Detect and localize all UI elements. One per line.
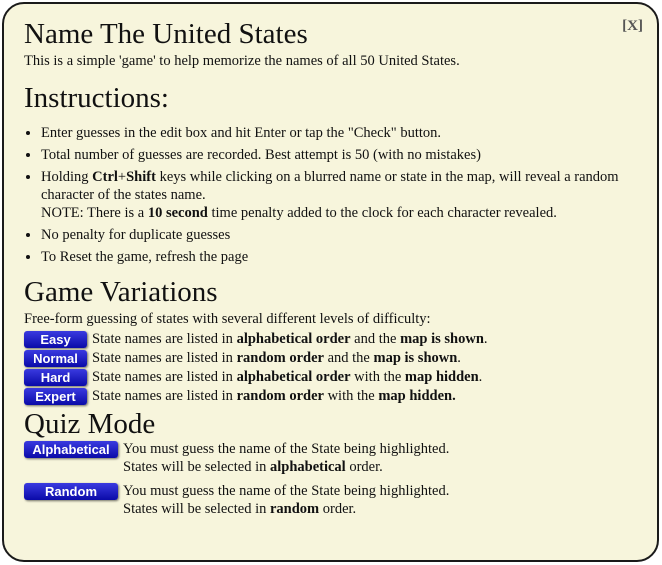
- quiz-description: You must guess the name of the State bei…: [123, 441, 450, 475]
- variation-row-hard: Hard State names are listed in alphabeti…: [24, 368, 637, 387]
- instructions-heading: Instructions:: [24, 82, 169, 114]
- close-button[interactable]: [X]: [622, 18, 643, 35]
- penalty-time: 10 second: [147, 205, 208, 221]
- expert-button[interactable]: Expert: [24, 388, 87, 405]
- instructions-list: Enter guesses in the edit box and hit En…: [24, 124, 637, 266]
- variation-row-expert: Expert State names are listed in random …: [24, 387, 637, 406]
- variation-description: State names are listed in random order a…: [92, 350, 461, 366]
- instruction-item: To Reset the game, refresh the page: [41, 248, 637, 266]
- page-subtitle: This is a simple 'game' to help memorize…: [24, 53, 460, 69]
- variations-heading: Game Variations: [24, 276, 218, 308]
- quiz-heading: Quiz Mode: [24, 408, 156, 440]
- quiz-row-alphabetical: Alphabetical You must guess the name of …: [24, 440, 637, 476]
- instruction-item: Total number of guesses are recorded. Be…: [41, 146, 637, 164]
- info-panel: [X] Name The United States This is a sim…: [2, 2, 659, 562]
- instruction-item: Holding Ctrl+Shift keys while clicking o…: [41, 168, 637, 222]
- variation-row-easy: Easy State names are listed in alphabeti…: [24, 330, 637, 349]
- variation-description: State names are listed in random order w…: [92, 388, 456, 404]
- hard-button[interactable]: Hard: [24, 369, 87, 386]
- easy-button[interactable]: Easy: [24, 331, 87, 348]
- alphabetical-button[interactable]: Alphabetical: [24, 441, 118, 458]
- instruction-item: No penalty for duplicate guesses: [41, 226, 637, 244]
- variation-description: State names are listed in alphabetical o…: [92, 331, 488, 347]
- variation-row-normal: Normal State names are listed in random …: [24, 349, 637, 368]
- variations-intro: Free-form guessing of states with severa…: [24, 311, 431, 327]
- ctrl-key-label: Ctrl: [92, 169, 118, 185]
- shift-key-label: Shift: [126, 169, 156, 185]
- variation-description: State names are listed in alphabetical o…: [92, 369, 483, 385]
- random-button[interactable]: Random: [24, 483, 118, 500]
- quiz-description: You must guess the name of the State bei…: [123, 483, 450, 517]
- quiz-row-random: Random You must guess the name of the St…: [24, 482, 637, 518]
- page-title: Name The United States: [24, 18, 308, 50]
- instruction-item: Enter guesses in the edit box and hit En…: [41, 124, 637, 142]
- normal-button[interactable]: Normal: [24, 350, 87, 367]
